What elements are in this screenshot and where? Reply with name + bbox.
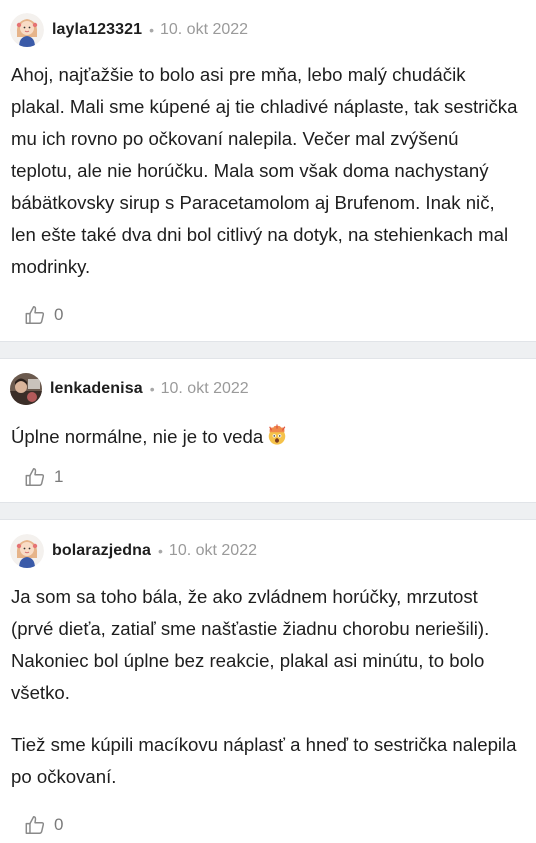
like-button[interactable]: 1 xyxy=(24,464,63,490)
comment-card: lenkadenisa • 10. okt 2022 Úplne normáln… xyxy=(0,359,536,502)
like-count: 1 xyxy=(54,467,64,486)
username[interactable]: lenkadenisa xyxy=(50,380,143,398)
comment-header: lenkadenisa • 10. okt 2022 xyxy=(10,373,249,405)
comment-body: Ja som sa toho bála, že ako zvládnem hor… xyxy=(11,581,520,793)
user-avatar[interactable] xyxy=(10,534,44,568)
girl-avatar-icon xyxy=(10,534,44,568)
thumbs-up-icon xyxy=(25,306,45,324)
comment-date: 10. okt 2022 xyxy=(160,380,249,397)
exploding-head-emoji xyxy=(266,424,288,456)
username[interactable]: bolarazjedna xyxy=(52,542,151,560)
comment-date: 10. okt 2022 xyxy=(159,21,249,38)
user-avatar[interactable] xyxy=(10,373,42,405)
comment-date: 10. okt 2022 xyxy=(168,542,257,559)
meta-separator: • xyxy=(149,22,154,38)
comment-header: bolarazjedna • 10. okt 2022 xyxy=(10,534,257,568)
comment-card: bolarazjedna • 10. okt 2022 Ja som sa to… xyxy=(0,520,536,843)
comment-text: Ja som sa toho bála, že ako zvládnem hor… xyxy=(11,586,490,703)
comment-divider xyxy=(0,341,536,359)
comment-text: Ahoj, najťažšie to bolo asi pre mňa, leb… xyxy=(11,64,518,277)
comment-divider xyxy=(0,502,536,520)
like-button[interactable]: 0 xyxy=(24,302,63,328)
thumbs-up-icon xyxy=(25,816,45,834)
comment-text: Tiež sme kúpili macíkovu náplasť a hneď … xyxy=(11,734,517,787)
comment-body: Ahoj, najťažšie to bolo asi pre mňa, leb… xyxy=(11,59,520,283)
comment-text: Úplne normálne, nie je to veda xyxy=(11,426,264,447)
username[interactable]: layla123321 xyxy=(52,21,142,39)
like-count: 0 xyxy=(54,305,64,324)
girl-avatar-icon xyxy=(10,13,44,47)
photo-avatar xyxy=(10,373,42,405)
comment-card: layla123321 • 10. okt 2022 Ahoj, najťažš… xyxy=(0,0,536,341)
meta-separator: • xyxy=(158,543,163,559)
meta-separator: • xyxy=(149,381,155,397)
thumbs-up-icon xyxy=(25,468,45,486)
comment-body: Úplne normálne, nie je to veda xyxy=(11,421,520,456)
comment-text-wrapper: Úplne normálne, nie je to veda xyxy=(11,421,520,456)
user-avatar[interactable] xyxy=(10,13,44,47)
like-count: 0 xyxy=(54,815,64,834)
comment-header: layla123321 • 10. okt 2022 xyxy=(10,13,249,47)
like-button[interactable]: 0 xyxy=(24,812,63,838)
